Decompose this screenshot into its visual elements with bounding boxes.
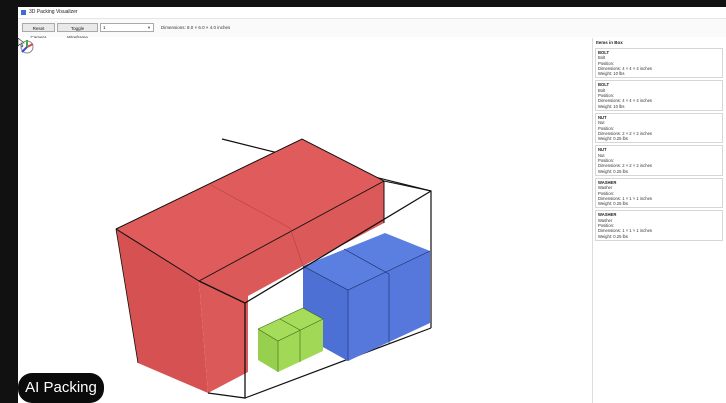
ai-packing-caption: AI Packing <box>18 373 104 403</box>
combo-value: 1 <box>103 25 106 30</box>
item-weight: Weight: 10 lbs <box>598 71 625 77</box>
quantity-combobox[interactable]: 1 ▼ <box>100 23 154 32</box>
washer-block[interactable] <box>257 307 324 372</box>
chevron-down-icon: ▼ <box>147 25 151 30</box>
dimensions-label: Dimensions: 8.0 × 6.0 × 4.0 inches <box>161 25 231 30</box>
item-weight: Weight: 10 lbs <box>598 103 625 109</box>
list-item[interactable]: NUT Nut Position: Dimensions: 2 × 2 × 2 … <box>595 112 723 144</box>
app-icon <box>21 10 26 15</box>
item-weight: Weight: 0.25 lbs <box>598 201 628 207</box>
items-list[interactable]: BOLT Bolt Position: Dimensions: 4 × 4 × … <box>595 48 723 243</box>
axes-gizmo-icon[interactable] <box>18 38 36 56</box>
reset-camera-button[interactable]: Reset Camera <box>22 23 55 40</box>
packing-scene[interactable] <box>18 38 588 403</box>
item-weight: Weight: 0.25 lbs <box>598 233 628 239</box>
items-panel-header: Items in Box <box>596 40 623 45</box>
list-item[interactable]: WASHER Washer Position: Dimensions: 1 × … <box>595 177 723 209</box>
box-edge-top-right <box>383 180 432 192</box>
app-window: 3D Packing Visualizer Reset Camera Toggl… <box>18 7 726 403</box>
window-title: 3D Packing Visualizer <box>29 9 78 15</box>
toolbar: Reset Camera Toggle Wireframe 1 ▼ Dimens… <box>18 19 726 40</box>
title-bar: 3D Packing Visualizer <box>18 7 726 19</box>
list-item[interactable]: BOLT Bolt Position: Dimensions: 4 × 4 × … <box>595 80 723 111</box>
3d-viewport[interactable] <box>18 38 588 403</box>
list-item[interactable]: NUT Nut Position: Dimensions: 2 × 2 × 2 … <box>595 145 723 176</box>
items-panel: Items in Box BOLT Bolt Position: Dimensi… <box>592 38 726 403</box>
toggle-wireframe-button[interactable]: Toggle Wireframe <box>57 23 98 40</box>
list-item[interactable]: BOLT Bolt Position: Dimensions: 4 × 4 × … <box>595 48 723 79</box>
list-item[interactable]: WASHER Washer Position: Dimensions: 1 × … <box>595 210 723 241</box>
item-weight: Weight: 0.25 lbs <box>598 136 628 142</box>
item-weight: Weight: 0.25 lbs <box>598 168 628 174</box>
